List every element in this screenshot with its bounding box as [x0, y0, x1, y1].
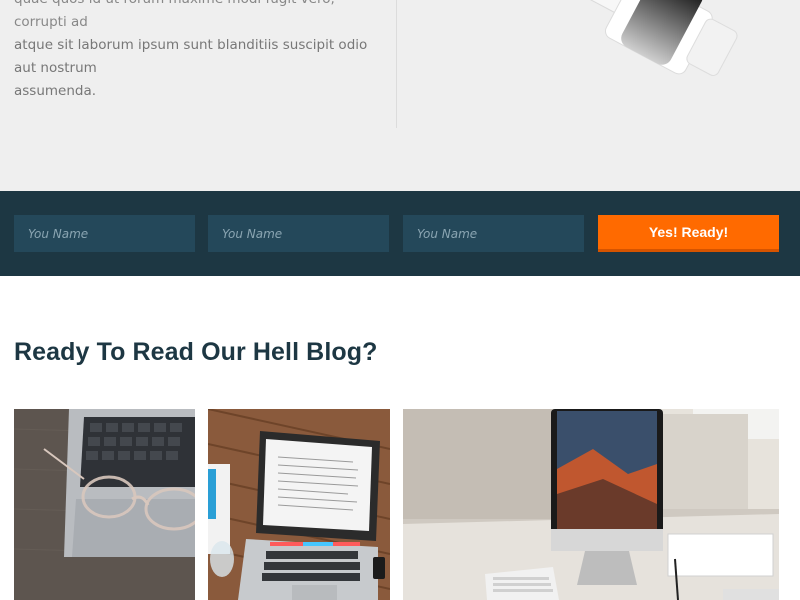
imac-on-white-desk-image: [403, 409, 779, 600]
blog-card-1[interactable]: [14, 409, 195, 600]
laptop-on-wooden-desk-image: [208, 409, 390, 600]
hero-text-line-1: quae quos id ut rorum maxime modi fugit …: [14, 0, 335, 30]
ready-submit-button[interactable]: Yes! Ready!: [598, 215, 779, 252]
hero-section: quae quos id ut rorum maxime modi fugit …: [0, 0, 800, 191]
signup-band: Yes! Ready!: [0, 191, 800, 276]
name-field-3[interactable]: [403, 215, 584, 252]
name-field-1[interactable]: [14, 215, 195, 252]
blog-card-3[interactable]: [403, 409, 779, 600]
hero-paragraph: quae quos id ut rorum maxime modi fugit …: [14, 0, 384, 103]
blog-section-title: Ready To Read Our Hell Blog?: [14, 338, 378, 366]
name-field-2[interactable]: [208, 215, 389, 252]
hero-divider: [396, 0, 397, 128]
laptop-with-glasses-image: [14, 409, 195, 600]
hero-text-line-2: atque sit laborum ipsum sunt blanditiis …: [14, 37, 368, 76]
devices-illustration: [567, 0, 738, 76]
hero-text-line-3: assumenda.: [14, 83, 97, 99]
blog-card-2[interactable]: [208, 409, 390, 600]
